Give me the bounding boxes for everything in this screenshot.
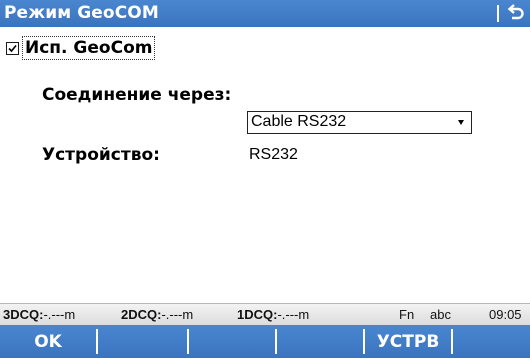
dropdown-arrow-icon[interactable] [458, 120, 464, 125]
dcq2-label: 2DCQ: [121, 307, 162, 322]
dcq1-label: 1DCQ: [237, 307, 278, 322]
device-label: Устройство: [42, 145, 160, 165]
softkey-f4[interactable] [277, 325, 363, 358]
dcq1-status: 1DCQ:-.---m [237, 307, 309, 322]
window-title: Режим GeoCOM [4, 3, 159, 23]
dcq1-value: -.---m [277, 307, 310, 322]
dcq3-label: 3DCQ: [3, 307, 44, 322]
connection-select-value: Cable RS232 [251, 113, 347, 130]
softkey-f6[interactable] [453, 325, 530, 358]
connection-label: Соединение через: [42, 85, 232, 105]
softkey-ok[interactable]: OK [0, 325, 96, 358]
softkey-bar: OK УСТРВ [0, 325, 530, 358]
dcq3-status: 3DCQ:-.---m [3, 307, 75, 322]
title-bar: Режим GeoCOM [0, 0, 530, 27]
device-value: RS232 [249, 146, 298, 163]
back-arrow-icon[interactable] [505, 2, 525, 24]
softkey-f2[interactable] [98, 325, 187, 358]
fn-indicator: Fn [399, 307, 415, 322]
status-bar: 3DCQ:-.---m 2DCQ:-.---m 1DCQ:-.---m Fn a… [0, 303, 530, 325]
softkey-device[interactable]: УСТРВ [365, 325, 451, 358]
clock: 09:05 [489, 307, 522, 322]
geocom-mode-screen: Режим GeoCOM Исп. GeoCom Соединение чере… [0, 0, 530, 358]
dcq3-value: -.---m [43, 307, 76, 322]
use-geocom-row[interactable]: Исп. GeoCom [6, 36, 156, 60]
title-separator [497, 5, 499, 22]
use-geocom-checkbox[interactable] [6, 41, 19, 55]
dcq2-value: -.---m [161, 307, 194, 322]
input-mode-indicator: abc [430, 307, 451, 322]
softkey-f3[interactable] [189, 325, 275, 358]
dcq2-status: 2DCQ:-.---m [121, 307, 193, 322]
use-geocom-label[interactable]: Исп. GeoCom [22, 36, 156, 60]
connection-select[interactable]: Cable RS232 [247, 111, 472, 134]
